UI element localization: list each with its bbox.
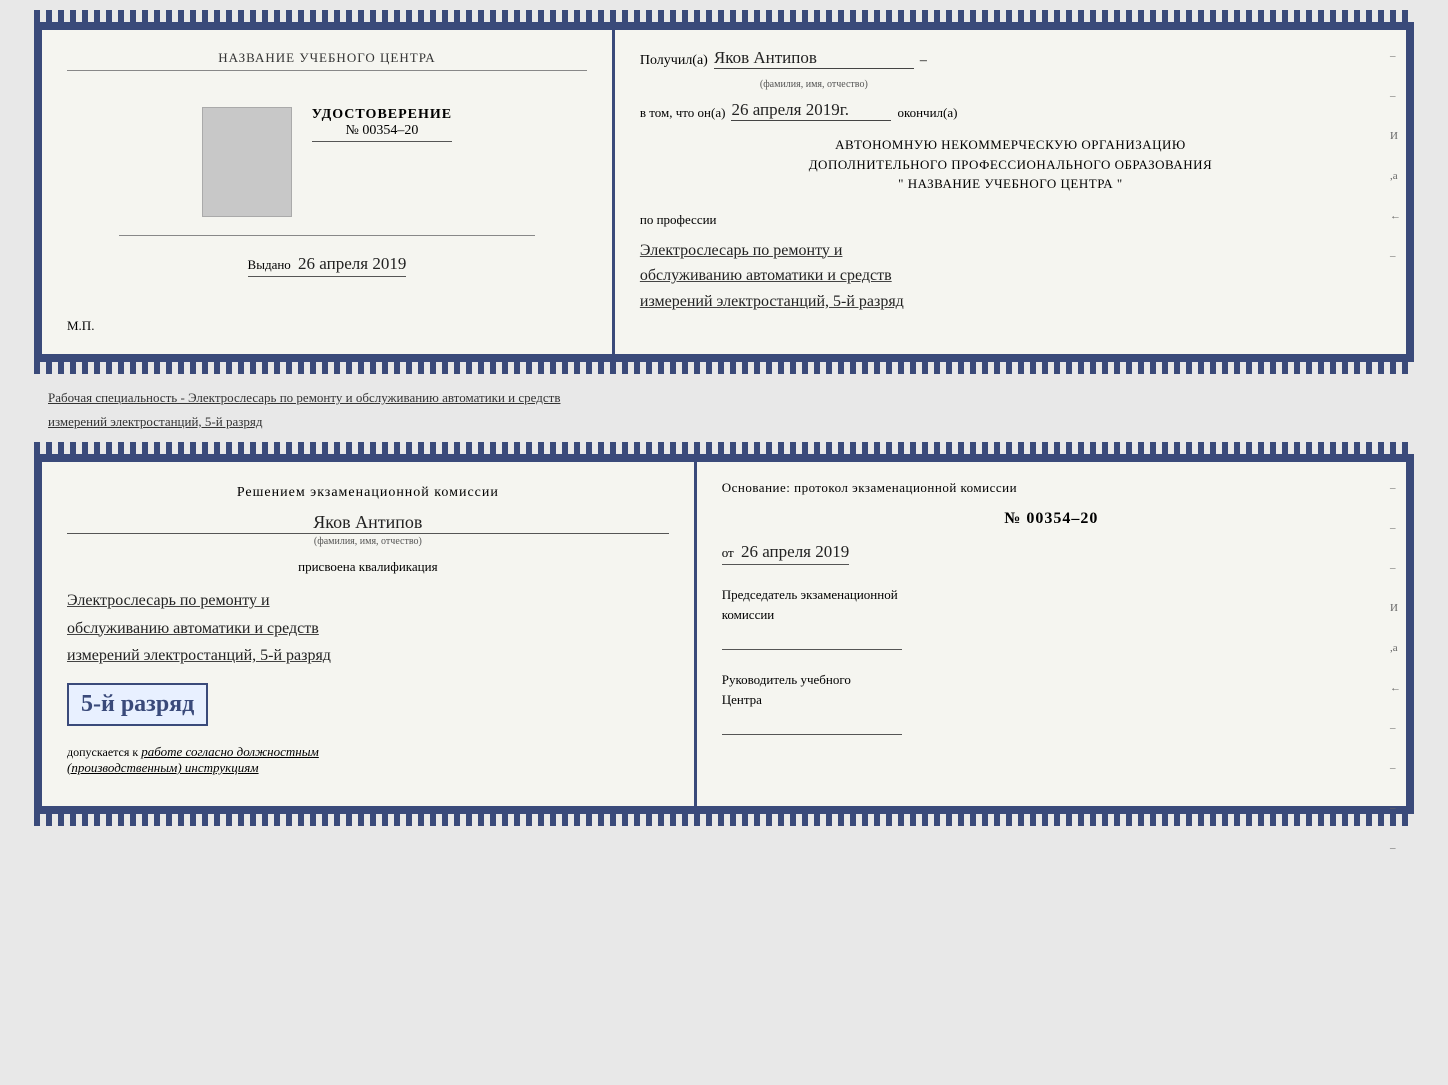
prisvоena-label: присвоена квалификация bbox=[67, 559, 669, 575]
vtom-label: в том, что он(а) bbox=[640, 105, 726, 121]
specialty-text-line2: измерений электростанций, 5-й разряд bbox=[38, 408, 1410, 432]
specialty-separator: Рабочая специальность - Электрослесарь п… bbox=[34, 382, 1414, 434]
rukov-signature-line bbox=[722, 715, 902, 735]
photo-placeholder bbox=[202, 107, 292, 217]
dopuskaetsya-label: допускается к bbox=[67, 745, 138, 759]
dopuskaetsya-text2: (производственным) инструкциям bbox=[67, 760, 259, 775]
big-rank-badge: 5-й разряд bbox=[67, 683, 208, 726]
rukov-label: Руководитель учебного bbox=[722, 670, 1381, 690]
diploma-right-panel: Получил(а) Яков Антипов – (фамилия, имя,… bbox=[615, 30, 1406, 354]
qual-left-panel: Решением экзаменационной комиссии Яков А… bbox=[42, 462, 697, 806]
ano-block: АВТОНОМНУЮ НЕКОММЕРЧЕСКУЮ ОРГАНИЗАЦИЮ ДО… bbox=[640, 135, 1381, 194]
rukov-block: Руководитель учебного Центра bbox=[722, 670, 1381, 735]
poluchil-label: Получил(а) bbox=[640, 53, 708, 69]
qual-prof-line1: Электрослесарь по ремонту и bbox=[67, 587, 669, 614]
fio-caption-top: (фамилия, имя, отчество) bbox=[760, 79, 1381, 90]
bottom-strip-diploma bbox=[34, 362, 1414, 374]
qual-card: Решением экзаменационной комиссии Яков А… bbox=[34, 454, 1414, 814]
resheniem-title: Решением экзаменационной комиссии bbox=[67, 482, 669, 504]
poluchil-row: Получил(а) Яков Антипов – bbox=[640, 48, 1381, 69]
qual-card-wrapper: Решением экзаменационной комиссии Яков А… bbox=[34, 442, 1414, 826]
qual-prof-line2: обслуживанию автоматики и средств bbox=[67, 615, 669, 642]
profession-line1: Электрослесарь по ремонту и bbox=[640, 238, 1381, 264]
recipient-name-field: Яков Антипов bbox=[714, 48, 914, 69]
vydano-label: Выдано bbox=[248, 257, 291, 272]
qual-right-panel: Основание: протокол экзаменационной коми… bbox=[697, 462, 1406, 806]
diploma-card: НАЗВАНИЕ УЧЕБНОГО ЦЕНТРА УДОСТОВЕРЕНИЕ №… bbox=[34, 10, 1414, 374]
specialty-text-line1: Рабочая специальность - Электрослесарь п… bbox=[38, 384, 1410, 408]
profession-block: Электрослесарь по ремонту и обслуживанию… bbox=[640, 238, 1381, 315]
chairman-label2: комиссии bbox=[722, 605, 1381, 625]
dash: – bbox=[920, 53, 927, 69]
chairman-signature-line bbox=[722, 630, 902, 650]
ot-date: 26 апреля 2019 bbox=[741, 542, 849, 561]
diploma-left-middle: УДОСТОВЕРЕНИЕ № 00354–20 Выдано 26 апрел… bbox=[67, 107, 587, 277]
fio-block: Яков Антипов (фамилия, имя, отчество) bbox=[67, 512, 669, 547]
qual-fio: Яков Антипов bbox=[67, 512, 669, 533]
ot-label: от bbox=[722, 545, 734, 560]
diploma-center-name: НАЗВАНИЕ УЧЕБНОГО ЦЕНТРА bbox=[67, 50, 587, 71]
osnovanie-title: Основание: протокол экзаменационной коми… bbox=[722, 480, 1381, 496]
diploma-left-panel: НАЗВАНИЕ УЧЕБНОГО ЦЕНТРА УДОСТОВЕРЕНИЕ №… bbox=[42, 30, 615, 354]
top-strip-qual bbox=[34, 442, 1414, 454]
vydano-date: 26 апреля 2019 bbox=[298, 254, 406, 273]
chairman-block: Председатель экзаменационной комиссии bbox=[722, 585, 1381, 650]
protokol-number: № 00354–20 bbox=[722, 510, 1381, 528]
profession-line2: обслуживанию автоматики и средств bbox=[640, 263, 1381, 289]
document-container: НАЗВАНИЕ УЧЕБНОГО ЦЕНТРА УДОСТОВЕРЕНИЕ №… bbox=[34, 10, 1414, 826]
udost-title: УДОСТОВЕРЕНИЕ bbox=[312, 107, 452, 123]
vtom-date: 26 апреля 2019г. bbox=[731, 100, 849, 119]
po-professii-label: по профессии bbox=[640, 212, 1381, 228]
ano-line1: АВТОНОМНУЮ НЕКОММЕРЧЕСКУЮ ОРГАНИЗАЦИЮ bbox=[640, 135, 1381, 155]
mp-label: М.П. bbox=[67, 318, 94, 334]
ano-line2: ДОПОЛНИТЕЛЬНОГО ПРОФЕССИОНАЛЬНОГО ОБРАЗО… bbox=[640, 155, 1381, 175]
ot-row: от 26 апреля 2019 bbox=[722, 542, 1381, 565]
side-marks: – – И ,а ← – bbox=[1390, 50, 1401, 262]
vtom-row: в том, что он(а) 26 апреля 2019г. окончи… bbox=[640, 100, 1381, 121]
qual-side-marks: – – – И ,а ← – – – – bbox=[1390, 482, 1401, 854]
udost-number: № 00354–20 bbox=[312, 123, 452, 142]
profession-line3: измерений электростанций, 5-й разряд bbox=[640, 289, 1381, 315]
okonchil-label: окончил(а) bbox=[897, 105, 957, 121]
dopuskaetsya-text: работе согласно должностным bbox=[141, 744, 319, 759]
rukov-label2: Центра bbox=[722, 690, 1381, 710]
udost-text: УДОСТОВЕРЕНИЕ № 00354–20 bbox=[312, 107, 452, 142]
qual-prof-line3: измерений электростанций, 5-й разряд bbox=[67, 642, 669, 669]
qual-fio-caption: (фамилия, имя, отчество) bbox=[67, 533, 669, 547]
diploma-inner: НАЗВАНИЕ УЧЕБНОГО ЦЕНТРА УДОСТОВЕРЕНИЕ №… bbox=[34, 22, 1414, 362]
chairman-label: Председатель экзаменационной bbox=[722, 585, 1381, 605]
udost-row: УДОСТОВЕРЕНИЕ № 00354–20 bbox=[67, 107, 587, 217]
ano-line3: " НАЗВАНИЕ УЧЕБНОГО ЦЕНТРА " bbox=[640, 174, 1381, 194]
vydano-row: Выдано 26 апреля 2019 bbox=[248, 254, 407, 277]
top-strip bbox=[34, 10, 1414, 22]
dopuskaetsya-block: допускается к работе согласно должностны… bbox=[67, 744, 669, 776]
vtom-date-field: 26 апреля 2019г. bbox=[731, 100, 891, 121]
recipient-name: Яков Антипов bbox=[714, 48, 817, 67]
bottom-strip-qual bbox=[34, 814, 1414, 826]
qual-profession-block: Электрослесарь по ремонту и обслуживанию… bbox=[67, 587, 669, 669]
